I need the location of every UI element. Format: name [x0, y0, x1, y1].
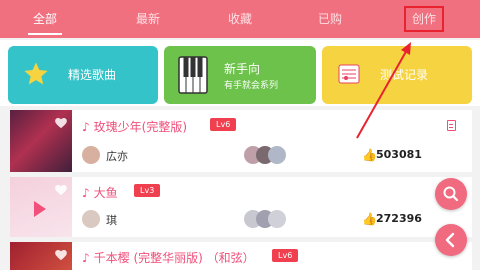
back-arrow-icon	[445, 232, 455, 248]
search-icon	[443, 186, 459, 202]
song-title[interactable]: ♪ 大鱼	[82, 184, 118, 201]
search-fab[interactable]	[435, 178, 467, 210]
author-name[interactable]: 琪	[106, 212, 117, 228]
music-note-icon: ♪	[82, 251, 90, 265]
collaborator-avatar	[268, 210, 286, 228]
level-badge: Lv6	[272, 249, 299, 262]
song-title[interactable]: ♪ 千本樱 (完整华丽版) （和弦）	[82, 249, 255, 266]
like-count: 272396	[376, 212, 422, 225]
heart-icon[interactable]	[54, 183, 68, 197]
music-note-icon: ♪	[82, 186, 90, 200]
song-row[interactable]: ♪ 大鱼 Lv3 琪 👍 272396	[10, 177, 472, 237]
song-row[interactable]: ♪ 千本樱 (完整华丽版) （和弦） Lv6	[10, 242, 472, 270]
level-badge: Lv3	[134, 184, 161, 197]
play-icon[interactable]	[34, 201, 46, 217]
back-fab[interactable]	[435, 224, 467, 256]
heart-icon[interactable]	[54, 248, 68, 262]
thumbs-up-icon[interactable]: 👍	[362, 212, 377, 226]
author-avatar[interactable]	[82, 210, 100, 228]
